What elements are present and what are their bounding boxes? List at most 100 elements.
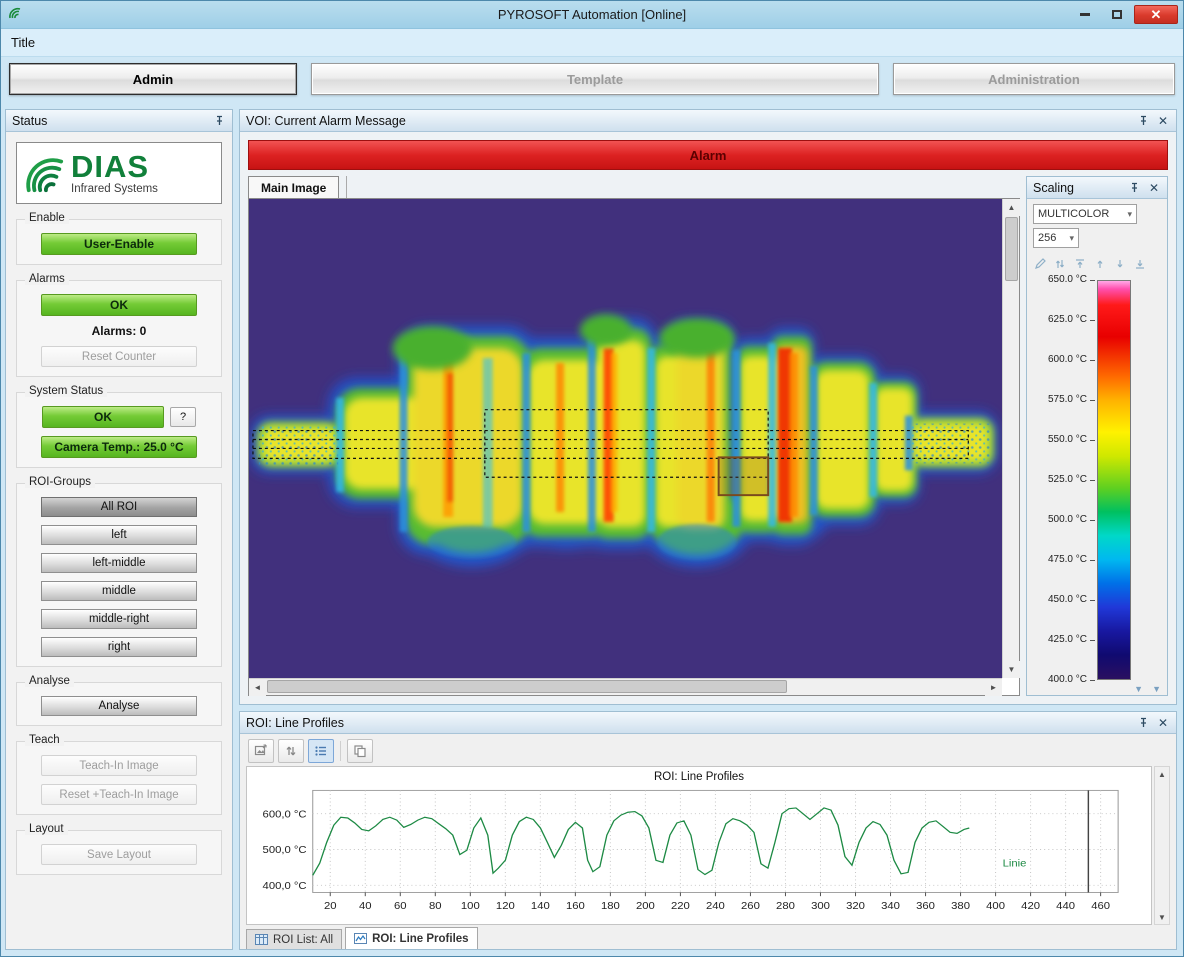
scroll-thumb[interactable] — [1005, 217, 1018, 281]
system-help-button[interactable]: ? — [170, 407, 196, 427]
x-tick-label: 40 — [359, 901, 372, 912]
roi-line-profiles-panel: ROI: Line Profiles ✕ — [239, 711, 1177, 950]
pin-icon[interactable] — [1136, 114, 1150, 128]
x-tick-label: 140 — [531, 901, 550, 912]
status-panel-title: Status — [12, 114, 47, 128]
scale-updown-icon[interactable] — [1053, 257, 1066, 270]
scale-tick — [1090, 360, 1095, 361]
reset-counter-button[interactable]: Reset Counter — [41, 346, 197, 367]
chevron-down-icon: ▾ — [1127, 209, 1132, 220]
export-image-button[interactable] — [248, 739, 274, 763]
thermal-image-viewport[interactable] — [249, 199, 1002, 678]
copy-button[interactable] — [347, 739, 373, 763]
x-tick-label: 220 — [671, 901, 690, 912]
scale-label: 450.0 °C — [1033, 594, 1087, 605]
scroll-thumb[interactable] — [267, 680, 787, 693]
tab-admin[interactable]: Admin — [9, 63, 297, 95]
shift-down-icon[interactable]: ▼ — [1152, 684, 1161, 694]
teach-in-button[interactable]: Teach-In Image — [41, 755, 197, 776]
roi-group-all[interactable]: All ROI — [41, 497, 197, 517]
tab-template[interactable]: Template — [311, 63, 879, 95]
close-icon[interactable]: ✕ — [1156, 716, 1170, 730]
scroll-down-icon[interactable]: ▼ — [1155, 910, 1169, 924]
minimize-button[interactable] — [1070, 5, 1100, 24]
shift-down-icon[interactable]: ▼ — [1134, 684, 1143, 694]
roi-group-left[interactable]: left — [41, 525, 197, 545]
x-tick-label: 320 — [846, 901, 865, 912]
group-alarms: Alarms OK Alarms: 0 Reset Counter — [16, 280, 222, 377]
palette-select-value: MULTICOLOR — [1038, 208, 1109, 220]
save-layout-button[interactable]: Save Layout — [41, 844, 197, 865]
group-system-status: System Status OK ? Camera Temp.: 25.0 °C — [16, 392, 222, 468]
chart-title: ROI: Line Profiles — [247, 767, 1151, 783]
group-layout: Layout Save Layout — [16, 830, 222, 875]
scale-tick — [1090, 520, 1095, 521]
scale-bottom-icon[interactable] — [1133, 257, 1146, 270]
scroll-down-icon[interactable]: ▼ — [1003, 661, 1020, 678]
chart-vertical-scrollbar[interactable]: ▲ ▼ — [1154, 766, 1170, 925]
roi-group-middle-right[interactable]: middle-right — [41, 609, 197, 629]
scale-label: 625.0 °C — [1033, 314, 1087, 325]
tab-line-profiles[interactable]: ROI: Line Profiles — [345, 927, 478, 949]
x-tick-label: 20 — [324, 901, 337, 912]
close-button[interactable]: ✕ — [1134, 5, 1178, 24]
line-profile-chart-area: ROI: Line Profiles 204060801001201401601… — [246, 766, 1152, 925]
close-icon[interactable]: ✕ — [1147, 181, 1161, 195]
levels-select[interactable]: 256 ▾ — [1033, 228, 1079, 248]
maximize-button[interactable] — [1102, 5, 1132, 24]
scaling-panel-header: Scaling ✕ — [1027, 177, 1167, 199]
palette-select[interactable]: MULTICOLOR ▾ — [1033, 204, 1137, 224]
logo-subtitle: Infrared Systems — [71, 183, 158, 195]
list-view-button[interactable] — [308, 739, 334, 763]
image-vertical-scrollbar[interactable]: ▲ ▼ — [1002, 199, 1019, 678]
pin-icon[interactable] — [1127, 181, 1141, 195]
scale-tick — [1090, 560, 1095, 561]
roi-group-middle[interactable]: middle — [41, 581, 197, 601]
scale-up-icon[interactable] — [1093, 257, 1106, 270]
status-panel: Status — [5, 109, 233, 950]
image-horizontal-scrollbar[interactable]: ◄ ► — [249, 678, 1002, 695]
x-tick-label: 180 — [601, 901, 620, 912]
reset-teach-in-button[interactable]: Reset +Teach-In Image — [41, 784, 197, 805]
scroll-up-icon[interactable]: ▲ — [1003, 199, 1020, 216]
group-roi-groups: ROI-Groups All ROI left left-middle midd… — [16, 483, 222, 667]
tab-administration[interactable]: Administration — [893, 63, 1175, 95]
scale-tick — [1090, 640, 1095, 641]
roi-rect-small[interactable] — [719, 457, 769, 495]
pin-icon[interactable] — [212, 114, 226, 128]
tab-separator — [339, 176, 347, 198]
scale-down-icon[interactable] — [1113, 257, 1126, 270]
x-tick-label: 440 — [1056, 901, 1075, 912]
tab-roi-list[interactable]: ROI List: All — [246, 929, 342, 949]
close-icon[interactable]: ✕ — [1156, 114, 1170, 128]
camera-temp-button[interactable]: Camera Temp.: 25.0 °C — [41, 436, 197, 458]
scale-edit-icon[interactable] — [1033, 257, 1046, 270]
analyse-button[interactable]: Analyse — [41, 696, 197, 716]
x-tick-label: 280 — [776, 901, 795, 912]
pin-icon[interactable] — [1136, 716, 1150, 730]
system-ok-button[interactable]: OK — [42, 406, 164, 428]
scale-tick — [1090, 320, 1095, 321]
maximize-icon — [1112, 10, 1122, 19]
scale-top-icon[interactable] — [1073, 257, 1086, 270]
alarms-ok-button[interactable]: OK — [41, 294, 197, 316]
group-layout-label: Layout — [25, 823, 68, 835]
tab-roi-list-label: ROI List: All — [273, 934, 333, 946]
scroll-left-icon[interactable]: ◄ — [249, 679, 266, 696]
roi-group-left-middle[interactable]: left-middle — [41, 553, 197, 573]
x-tick-label: 80 — [429, 901, 442, 912]
scale-tick — [1090, 400, 1095, 401]
scale-tick — [1090, 480, 1095, 481]
scale-label: 525.0 °C — [1033, 474, 1087, 485]
tab-main-image[interactable]: Main Image — [248, 176, 339, 198]
group-system-label: System Status — [25, 385, 107, 397]
user-enable-button[interactable]: User-Enable — [41, 233, 197, 255]
group-enable-label: Enable — [25, 212, 69, 224]
roi-panel-title: ROI: Line Profiles — [246, 716, 344, 730]
sort-button[interactable] — [278, 739, 304, 763]
scroll-up-icon[interactable]: ▲ — [1155, 767, 1169, 781]
group-analyse: Analyse Analyse — [16, 682, 222, 726]
sort-updown-icon — [284, 744, 298, 758]
scroll-right-icon[interactable]: ► — [985, 679, 1002, 696]
roi-group-right[interactable]: right — [41, 637, 197, 657]
